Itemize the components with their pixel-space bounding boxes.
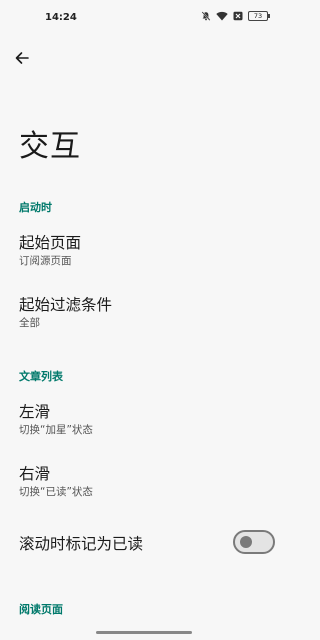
sim-off-icon xyxy=(233,11,243,21)
settings-screen: 14:24 73 交互 启动时 起始页面 订阅源页面 起始过滤条件 全部 文章列… xyxy=(0,0,288,640)
pref-title: 起始页面 xyxy=(19,234,82,252)
pref-title: 左滑 xyxy=(19,403,51,421)
arrow-left-icon xyxy=(15,52,29,64)
back-button[interactable] xyxy=(10,46,34,70)
section-header-reading-page: 阅读页面 xyxy=(19,603,63,616)
section-header-article-list: 文章列表 xyxy=(19,370,63,383)
pref-summary: 切换“已读”状态 xyxy=(19,486,93,498)
pref-swipe-left[interactable]: 左滑 切换“加星”状态 xyxy=(0,402,288,437)
pref-summary: 订阅源页面 xyxy=(19,255,72,267)
status-bar: 14:24 73 xyxy=(0,0,288,36)
pref-summary: 全部 xyxy=(19,317,40,329)
wifi-icon xyxy=(216,11,228,21)
battery-icon: 73 xyxy=(248,11,270,21)
mute-icon xyxy=(201,11,211,21)
pref-start-page[interactable]: 起始页面 订阅源页面 xyxy=(0,233,288,268)
pref-swipe-right[interactable]: 右滑 切换“已读”状态 xyxy=(0,464,288,499)
pref-summary: 切换“加星”状态 xyxy=(19,424,93,436)
section-header-startup: 启动时 xyxy=(19,201,52,214)
home-indicator[interactable] xyxy=(96,631,192,634)
status-icons: 73 xyxy=(201,11,270,21)
pref-start-filter[interactable]: 起始过滤条件 全部 xyxy=(0,295,288,330)
mark-read-on-scroll-switch[interactable] xyxy=(233,530,275,554)
page-title: 交互 xyxy=(19,129,81,164)
pref-title: 起始过滤条件 xyxy=(19,296,113,314)
switch-thumb xyxy=(240,536,252,548)
pref-title: 右滑 xyxy=(19,465,51,483)
status-time: 14:24 xyxy=(45,12,77,23)
